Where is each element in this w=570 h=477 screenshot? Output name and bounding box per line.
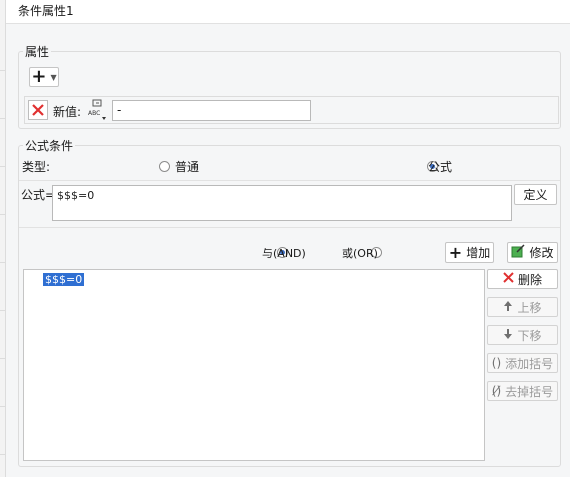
svg-text:ABC: ABC bbox=[88, 110, 100, 117]
edit-condition-button[interactable]: 修改 bbox=[507, 242, 558, 263]
add-condition-button[interactable]: + 增加 bbox=[445, 242, 494, 263]
delete-icon bbox=[503, 272, 514, 286]
type-label: 类型: bbox=[22, 160, 51, 174]
add-bracket-button[interactable]: () 添加括号 bbox=[487, 353, 558, 373]
remove-bracket-button[interactable]: ()̸ 去掉括号 bbox=[487, 381, 558, 401]
formula-label: 公式= bbox=[21, 188, 56, 202]
condition-list-item[interactable]: $$$=0 bbox=[43, 273, 85, 286]
radio-normal-label[interactable]: 普通 bbox=[175, 158, 199, 175]
remove-bracket-label: 去掉括号 bbox=[505, 384, 554, 399]
define-button[interactable]: 定义 bbox=[514, 184, 557, 205]
edit-icon bbox=[511, 244, 526, 261]
title-divider bbox=[6, 23, 570, 24]
delete-condition-label: 删除 bbox=[517, 272, 542, 287]
radio-and-label[interactable]: 与(AND) bbox=[262, 245, 306, 261]
plus-icon: + bbox=[448, 242, 463, 262]
abc-type-icon[interactable]: ABC bbox=[87, 99, 109, 121]
add-condition-label: 增加 bbox=[466, 246, 491, 260]
radio-formula-label[interactable]: 公式 bbox=[428, 158, 452, 175]
move-down-button[interactable]: 下移 bbox=[487, 325, 558, 345]
arrow-up-icon bbox=[503, 300, 513, 315]
chevron-down-icon: ▼ bbox=[50, 72, 57, 82]
radio-normal[interactable] bbox=[159, 161, 170, 172]
remove-bracket-icon: ()̸ bbox=[491, 384, 502, 398]
new-value-label: 新值: bbox=[53, 105, 82, 119]
type-row-divider bbox=[19, 180, 560, 181]
move-up-label: 上移 bbox=[517, 300, 542, 315]
arrow-down-icon bbox=[503, 328, 513, 343]
add-bracket-label: 添加括号 bbox=[505, 356, 554, 371]
radio-or-label[interactable]: 或(OR) bbox=[342, 245, 378, 261]
condition-list[interactable]: $$$=0 bbox=[23, 269, 485, 461]
move-down-label: 下移 bbox=[517, 328, 542, 343]
window-title: 条件属性1 bbox=[18, 4, 74, 18]
move-up-button[interactable]: 上移 bbox=[487, 297, 558, 317]
formula-row-divider bbox=[19, 227, 560, 228]
formula-input[interactable]: $$$=0 bbox=[52, 185, 512, 221]
formula-group-legend: 公式条件 bbox=[23, 137, 76, 154]
add-property-button[interactable]: + ▼ bbox=[29, 67, 59, 87]
property-group-legend: 属性 bbox=[23, 43, 52, 60]
delete-condition-button[interactable]: 删除 bbox=[487, 269, 558, 289]
bracket-icon: () bbox=[491, 356, 502, 370]
delete-property-icon[interactable] bbox=[28, 100, 48, 120]
edit-condition-label: 修改 bbox=[529, 246, 554, 260]
new-value-input[interactable]: - bbox=[112, 100, 311, 121]
plus-icon: + bbox=[31, 66, 47, 87]
